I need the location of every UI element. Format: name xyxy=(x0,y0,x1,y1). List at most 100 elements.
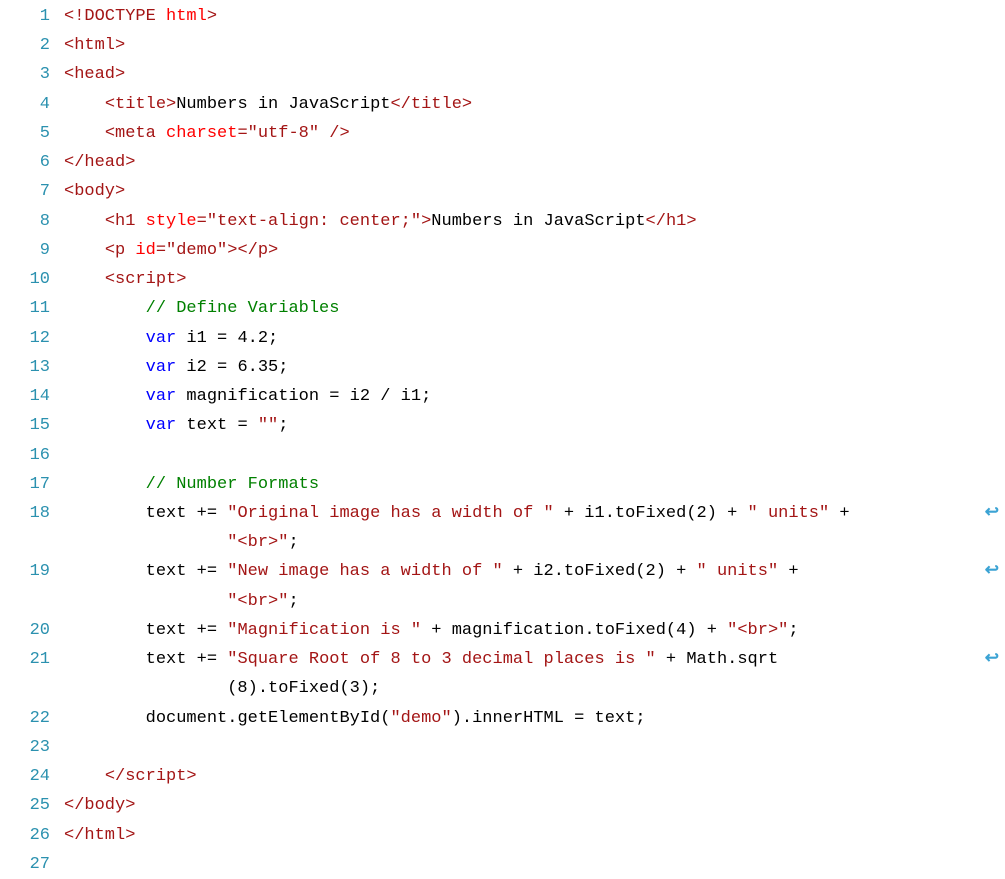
line-number: 15 xyxy=(0,411,50,440)
code-token: " units" xyxy=(697,562,779,581)
code-token: var xyxy=(146,329,177,348)
line-number: 10 xyxy=(0,265,50,294)
code-token: // Define Variables xyxy=(146,299,340,318)
line-number: 7 xyxy=(0,177,50,206)
code-token: magnification = i2 / i1; xyxy=(176,387,431,406)
code-token: <body> xyxy=(64,182,125,201)
code-token: > xyxy=(207,7,217,26)
code-token: html xyxy=(166,7,207,26)
code-line[interactable]: var i2 = 6.35; xyxy=(64,353,1005,382)
code-line[interactable]: text += "Square Root of 8 to 3 decimal p… xyxy=(64,645,1005,674)
code-line[interactable]: // Define Variables xyxy=(64,294,1005,323)
code-token: text += xyxy=(146,504,228,523)
line-number: 5 xyxy=(0,119,50,148)
code-token: Numbers in JavaScript xyxy=(431,212,645,231)
code-token: </body> xyxy=(64,796,135,815)
code-line[interactable] xyxy=(64,733,1005,762)
line-number-gutter: 1234567891011121314151617181920212223242… xyxy=(0,2,64,879)
code-line[interactable]: </script> xyxy=(64,762,1005,791)
code-line[interactable]: <h1 style="text-align: center;">Numbers … xyxy=(64,207,1005,236)
code-token: > xyxy=(421,212,431,231)
code-token: id xyxy=(135,241,155,260)
code-line[interactable] xyxy=(64,850,1005,879)
code-token: ).innerHTML = text; xyxy=(452,709,646,728)
code-line[interactable]: var text = ""; xyxy=(64,411,1005,440)
code-token: "" xyxy=(258,416,278,435)
code-token: /> xyxy=(319,124,350,143)
code-line[interactable]: var magnification = i2 / i1; xyxy=(64,382,1005,411)
code-line[interactable]: <!DOCTYPE html> xyxy=(64,2,1005,31)
code-line[interactable]: </head> xyxy=(64,148,1005,177)
line-number-blank xyxy=(0,528,50,557)
code-token: <meta xyxy=(105,124,166,143)
code-token: // Number Formats xyxy=(146,475,319,494)
line-number: 18 xyxy=(0,499,50,528)
line-number: 23 xyxy=(0,733,50,762)
code-line[interactable]: </html> xyxy=(64,821,1005,850)
code-line-continuation[interactable]: (8).toFixed(3); xyxy=(64,674,1005,703)
code-line[interactable]: <title>Numbers in JavaScript</title> xyxy=(64,90,1005,119)
code-token: <head> xyxy=(64,65,125,84)
code-line[interactable]: text += "Original image has a width of "… xyxy=(64,499,1005,528)
code-token: + magnification.toFixed(4) + xyxy=(421,621,727,640)
code-token: </html> xyxy=(64,826,135,845)
code-line[interactable]: <script> xyxy=(64,265,1005,294)
code-token: "Square Root of 8 to 3 decimal places is… xyxy=(227,650,655,669)
code-token: (8).toFixed(3); xyxy=(227,679,380,698)
line-number: 6 xyxy=(0,148,50,177)
line-number: 19 xyxy=(0,557,50,586)
code-token: ; xyxy=(288,592,298,611)
code-line-continuation[interactable]: "<br>"; xyxy=(64,528,1005,557)
code-line[interactable]: <meta charset="utf-8" /> xyxy=(64,119,1005,148)
code-token: " units" xyxy=(748,504,830,523)
code-token: var xyxy=(146,387,177,406)
code-token: = xyxy=(237,124,247,143)
line-number: 14 xyxy=(0,382,50,411)
line-number-blank xyxy=(0,674,50,703)
code-token: text += xyxy=(146,562,228,581)
code-token: "Magnification is " xyxy=(227,621,421,640)
code-token: "demo" xyxy=(390,709,451,728)
code-token: ; xyxy=(278,416,288,435)
code-token: <title> xyxy=(105,95,176,114)
code-line[interactable]: <body> xyxy=(64,177,1005,206)
code-token: ; xyxy=(788,621,798,640)
code-token: + xyxy=(829,504,860,523)
code-line[interactable]: var i1 = 4.2; xyxy=(64,324,1005,353)
code-token: document.getElementById( xyxy=(146,709,391,728)
code-token: <h1 xyxy=(105,212,146,231)
code-token: ></p> xyxy=(227,241,278,260)
code-token: + Math.sqrt xyxy=(656,650,778,669)
line-number: 22 xyxy=(0,704,50,733)
code-editor[interactable]: 1234567891011121314151617181920212223242… xyxy=(0,0,1005,879)
code-line[interactable]: <head> xyxy=(64,60,1005,89)
line-number: 9 xyxy=(0,236,50,265)
code-line[interactable]: // Number Formats xyxy=(64,470,1005,499)
code-token: <script> xyxy=(105,270,187,289)
code-line[interactable]: document.getElementById("demo").innerHTM… xyxy=(64,704,1005,733)
code-token: style xyxy=(146,212,197,231)
line-number: 1 xyxy=(0,2,50,31)
line-wrap-icon: ↩ xyxy=(985,645,999,674)
code-token: text += xyxy=(146,650,228,669)
line-number: 20 xyxy=(0,616,50,645)
code-line[interactable]: </body> xyxy=(64,791,1005,820)
code-line[interactable]: <p id="demo"></p> xyxy=(64,236,1005,265)
code-line[interactable]: text += "Magnification is " + magnificat… xyxy=(64,616,1005,645)
code-area[interactable]: <!DOCTYPE html><html><head> <title>Numbe… xyxy=(64,2,1005,879)
code-line[interactable] xyxy=(64,441,1005,470)
line-number-blank xyxy=(0,587,50,616)
code-line[interactable]: <html> xyxy=(64,31,1005,60)
line-number: 13 xyxy=(0,353,50,382)
code-token: "<br>" xyxy=(227,533,288,552)
code-line-continuation[interactable]: "<br>"; xyxy=(64,587,1005,616)
code-line[interactable]: text += "New image has a width of " + i2… xyxy=(64,557,1005,586)
line-number: 17 xyxy=(0,470,50,499)
line-number: 25 xyxy=(0,791,50,820)
line-number: 11 xyxy=(0,294,50,323)
line-number: 24 xyxy=(0,762,50,791)
code-token: <!DOCTYPE xyxy=(64,7,166,26)
code-token: </head> xyxy=(64,153,135,172)
line-number: 8 xyxy=(0,207,50,236)
line-number: 2 xyxy=(0,31,50,60)
